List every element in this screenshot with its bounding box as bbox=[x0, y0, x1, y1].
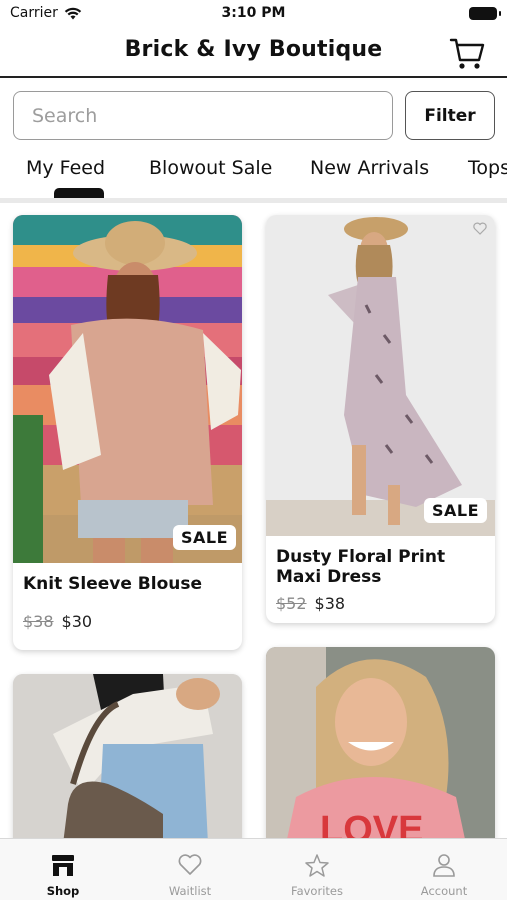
filter-label: Filter bbox=[424, 105, 476, 126]
tab-shop-label: Shop bbox=[46, 884, 80, 898]
product-image bbox=[13, 215, 242, 563]
active-tab-indicator bbox=[54, 188, 104, 198]
sale-badge: SALE bbox=[424, 498, 488, 523]
search-placeholder: Search bbox=[32, 104, 98, 127]
tab-my-feed[interactable]: My Feed bbox=[26, 157, 105, 179]
tab-shop[interactable]: Shop bbox=[0, 839, 126, 900]
tab-favorites[interactable]: Favorites bbox=[254, 839, 380, 900]
app-header: Brick & Ivy Boutique bbox=[0, 28, 507, 78]
filter-button[interactable]: Filter bbox=[405, 91, 495, 140]
heart-icon bbox=[178, 854, 202, 875]
tab-blowout-sale[interactable]: Blowout Sale bbox=[149, 157, 272, 179]
heart-outline-icon[interactable] bbox=[473, 222, 487, 235]
original-price: $52 bbox=[276, 594, 307, 613]
sale-price: $38 bbox=[314, 594, 346, 613]
status-time: 3:10 PM bbox=[221, 5, 286, 21]
product-card[interactable]: SALE Knit Sleeve Blouse $38 $30 bbox=[13, 215, 242, 650]
tabs-divider bbox=[0, 198, 507, 203]
star-icon bbox=[305, 854, 329, 877]
tab-account-label: Account bbox=[420, 884, 468, 898]
original-price: $38 bbox=[23, 612, 54, 631]
search-input[interactable]: Search bbox=[13, 91, 393, 140]
product-name: Dusty Floral Print Maxi Dress bbox=[276, 547, 446, 587]
product-image: LOVE bbox=[266, 647, 495, 844]
product-card[interactable]: SALE Dusty Floral Print Maxi Dress $52 $… bbox=[266, 215, 495, 623]
product-price: $52 $38 bbox=[276, 594, 345, 613]
product-name: Knit Sleeve Blouse bbox=[23, 574, 203, 594]
store-icon bbox=[52, 855, 74, 876]
product-image bbox=[266, 215, 495, 536]
person-icon bbox=[433, 854, 455, 877]
sale-badge: SALE bbox=[173, 525, 237, 550]
tab-new-arrivals[interactable]: New Arrivals bbox=[310, 157, 429, 179]
tab-waitlist[interactable]: Waitlist bbox=[127, 839, 253, 900]
product-price: $38 $30 bbox=[23, 612, 92, 631]
bottom-tab-bar: Shop Waitlist Favorites Account bbox=[0, 838, 507, 900]
store-title: Brick & Ivy Boutique bbox=[124, 37, 383, 62]
status-bar: Carrier 3:10 PM bbox=[0, 0, 507, 28]
tab-waitlist-label: Waitlist bbox=[168, 884, 212, 898]
product-image bbox=[13, 674, 242, 844]
tab-tops[interactable]: Tops bbox=[468, 157, 507, 179]
tab-favorites-label: Favorites bbox=[291, 884, 343, 898]
tab-account[interactable]: Account bbox=[381, 839, 507, 900]
battery-icon bbox=[469, 7, 501, 20]
category-tabs: My Feed Blowout Sale New Arrivals Tops bbox=[0, 150, 507, 200]
sale-price: $30 bbox=[61, 612, 93, 631]
shopping-cart-icon[interactable] bbox=[449, 36, 485, 70]
